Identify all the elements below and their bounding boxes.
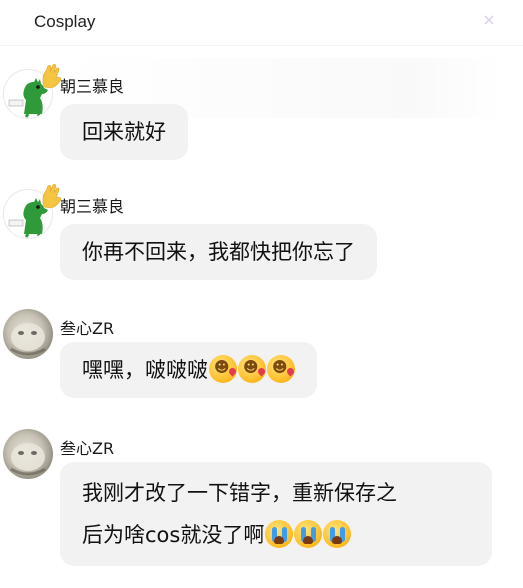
message-text: 嘿嘿，啵啵啵 [82, 358, 208, 382]
wave-hand-icon [42, 63, 62, 89]
cat-photo-icon [10, 443, 46, 476]
kiss-emoji-icon [209, 355, 237, 383]
chat-header: Cosplay × [0, 0, 523, 46]
message-bubble[interactable]: 你再不回来，我都快把你忘了 [60, 224, 377, 280]
avatar[interactable] [3, 309, 53, 359]
kiss-emoji-icon [267, 355, 295, 383]
message-item: 叁心ZR 我刚才改了一下错字，重新保存之 后为啥cos就没了啊 [0, 426, 523, 588]
message-item: 朝三慕良 回来就好 [0, 63, 523, 178]
avatar[interactable] [3, 429, 53, 479]
message-text-line: 我刚才改了一下错字，重新保存之 [82, 481, 397, 505]
message-bubble[interactable]: 我刚才改了一下错字，重新保存之 后为啥cos就没了啊 [60, 462, 492, 566]
sender-name: 朝三慕良 [60, 197, 125, 216]
header-divider [0, 45, 523, 46]
close-icon[interactable]: × [481, 12, 497, 28]
message-item: 叁心ZR 嘿嘿，啵啵啵 [0, 306, 523, 418]
sender-name: 叁心ZR [60, 319, 115, 338]
kiss-emoji-icon [238, 355, 266, 383]
wave-hand-icon [42, 183, 62, 209]
sender-name: 叁心ZR [60, 439, 115, 458]
crying-emoji-icon [323, 520, 352, 548]
message-text-line-wrap: 后为啥cos就没了啊 [82, 514, 470, 556]
message-bubble[interactable]: 嘿嘿，啵啵啵 [60, 342, 317, 398]
crying-emoji-icon [294, 520, 323, 548]
message-text-line: 后为啥cos就没了啊 [82, 523, 265, 547]
sender-name: 朝三慕良 [60, 77, 125, 96]
crying-emoji-icon [265, 520, 294, 548]
cat-photo-icon [10, 323, 46, 356]
message-item: 朝三慕良 你再不回来，我都快把你忘了 [0, 183, 523, 298]
message-bubble[interactable]: 回来就好 [60, 104, 188, 160]
message-text: 回来就好 [82, 120, 166, 144]
chat-title: Cosplay [34, 12, 96, 31]
message-text: 你再不回来，我都快把你忘了 [82, 240, 355, 264]
